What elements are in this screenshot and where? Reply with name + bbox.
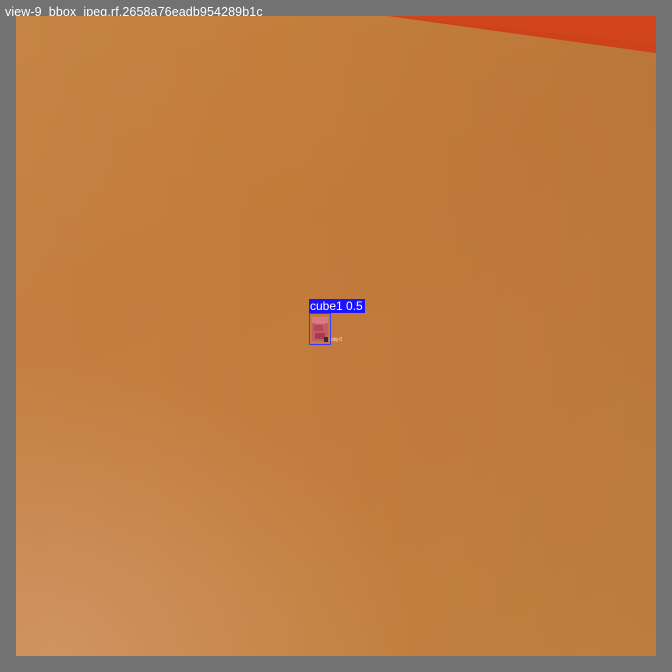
object-marker-label: obj-0 <box>331 337 343 343</box>
annotated-image[interactable]: cube1 0.5 obj-0 <box>16 16 656 656</box>
bounding-box[interactable] <box>309 313 331 345</box>
image-viewer: view-9_bbox_jpeg.rf.2658a76eadb954289b1c… <box>0 0 672 672</box>
red-wedge-shape <box>388 16 656 53</box>
bbox-label: cube1 0.5 <box>309 299 365 313</box>
